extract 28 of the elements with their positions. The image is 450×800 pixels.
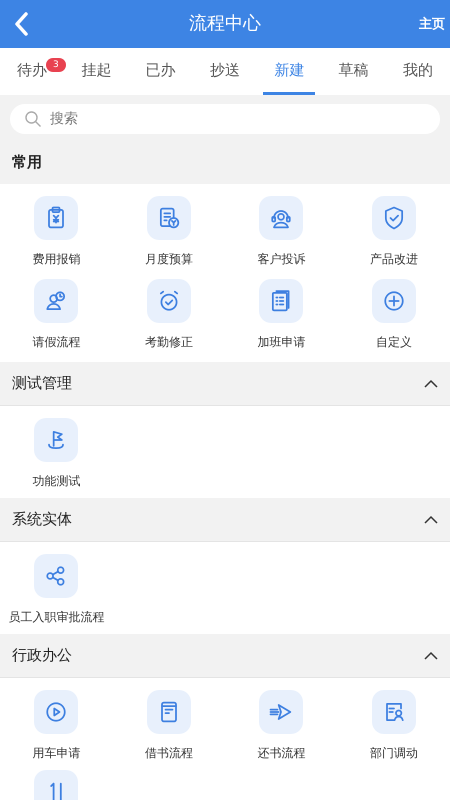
tab[interactable]: 我的: [392, 48, 444, 95]
process-label[interactable]: 考勤修正: [144, 334, 193, 351]
process-label[interactable]: 还书流程: [257, 745, 306, 762]
page-title: 流程中心: [189, 12, 261, 36]
process-label[interactable]: 借书流程: [144, 745, 193, 762]
tab[interactable]: 抄送: [198, 48, 252, 95]
section-title: 系统实体: [12, 510, 72, 529]
process-label[interactable]: 请假流程: [32, 334, 80, 351]
home-link[interactable]: 主页: [419, 15, 445, 33]
tab[interactable]: 挂起: [70, 48, 123, 95]
tab[interactable]: 已办: [134, 48, 187, 95]
process-label[interactable]: 部门调动: [370, 745, 418, 762]
process-label[interactable]: 产品改进: [370, 251, 418, 268]
count-badge: 3: [46, 58, 66, 72]
process-label[interactable]: 用车申请: [32, 745, 80, 762]
section-title: 行政办公: [12, 646, 72, 665]
process-label[interactable]: 加班申请: [257, 334, 306, 351]
search-field[interactable]: 搜索: [10, 104, 440, 134]
section-title: 测试管理: [12, 374, 72, 393]
process-label[interactable]: 员工入职审批流程: [8, 609, 104, 626]
process-label[interactable]: 月度预算: [144, 251, 193, 268]
process-label[interactable]: 客户投诉: [257, 251, 306, 268]
tab[interactable]: 新建: [263, 48, 316, 95]
process-label[interactable]: 自定义: [376, 334, 412, 351]
process-label[interactable]: 功能测试: [32, 473, 80, 490]
section-title: 常用: [12, 152, 42, 172]
process-label[interactable]: 费用报销: [32, 251, 80, 268]
tab[interactable]: 草稿: [327, 48, 380, 95]
